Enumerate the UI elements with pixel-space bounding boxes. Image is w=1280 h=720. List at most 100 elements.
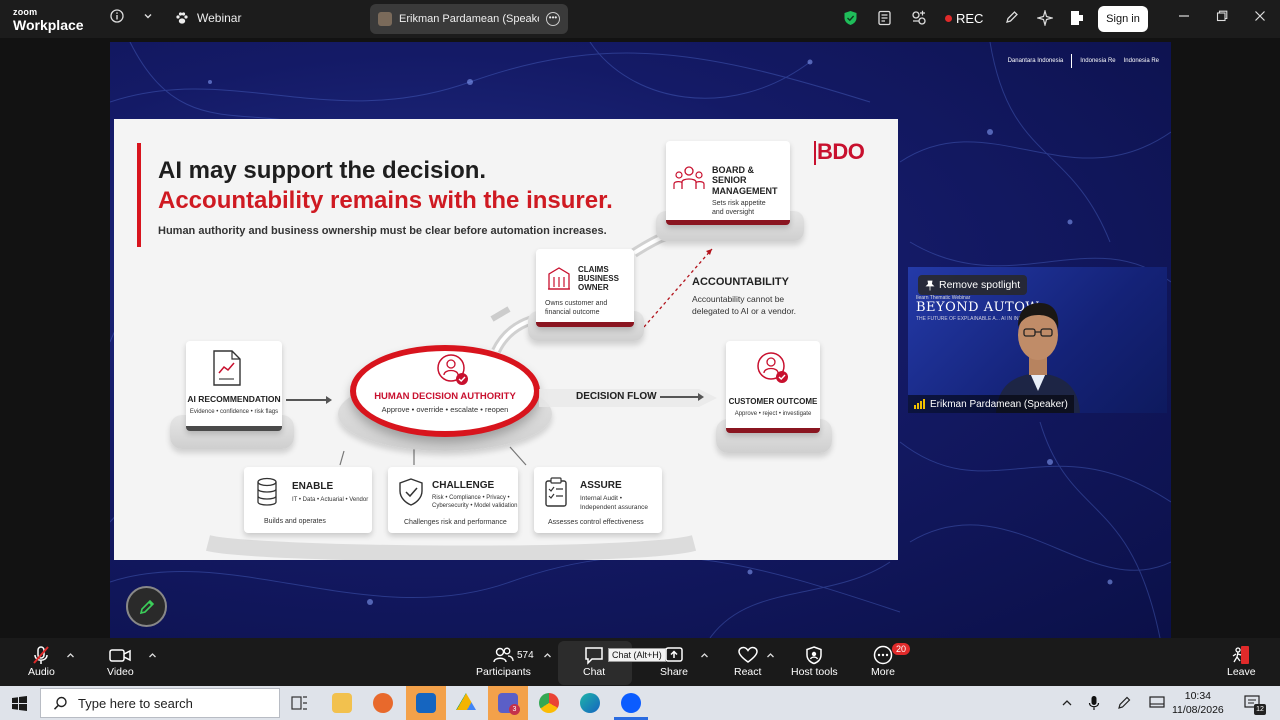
challenge-foot: Challenges risk and performance xyxy=(404,519,507,526)
logo-indonesia-re: Indonesia Re xyxy=(1080,58,1116,64)
meeting-toolbar: Audio Video Participants 574 Chat Chat (… xyxy=(0,638,1280,686)
title-bar: zoom Workplace Webinar Erikman Pardamean… xyxy=(0,0,1280,38)
people-group-icon xyxy=(673,166,705,189)
logo-divider xyxy=(1071,54,1073,68)
chat-button[interactable]: Chat xyxy=(583,644,605,678)
audio-button[interactable]: Audio xyxy=(28,644,55,678)
speaker-name-label: Erikman Pardamean (Speaker) xyxy=(930,398,1068,410)
customer-desc: Approve • reject • investigate xyxy=(734,411,812,417)
close-icon[interactable] xyxy=(1254,10,1266,25)
minimize-icon[interactable] xyxy=(1178,10,1190,25)
tray-display-icon[interactable] xyxy=(1149,696,1165,715)
edge-icon[interactable] xyxy=(580,693,600,713)
audio-options-caret-icon[interactable] xyxy=(66,651,75,662)
zoom-window: zoom Workplace Webinar Erikman Pardamean… xyxy=(0,0,1280,720)
task-view-icon[interactable] xyxy=(291,695,309,716)
zoom-logo: zoom Workplace xyxy=(13,7,84,33)
assure-card: ASSURE Internal Audit • Independent assu… xyxy=(534,467,662,533)
shield-check-icon xyxy=(399,478,423,506)
video-options-caret-icon[interactable] xyxy=(148,651,157,662)
windows-start-icon[interactable] xyxy=(12,696,27,716)
apps-icon[interactable] xyxy=(911,10,927,29)
system-clock[interactable]: 10:34 11/08/2026 xyxy=(1172,689,1224,717)
firefox-icon[interactable] xyxy=(373,693,393,713)
video-button[interactable]: Video xyxy=(107,644,134,678)
assure-desc-2: Independent assurance xyxy=(580,504,648,511)
paw-icon xyxy=(176,12,188,24)
webinar-indicator[interactable]: Webinar xyxy=(175,11,241,25)
react-options-caret-icon[interactable] xyxy=(766,651,775,662)
customer-check-icon xyxy=(757,352,788,383)
challenge-desc-2: Cybersecurity • Model validation xyxy=(432,503,518,509)
claims-title-2: BUSINESS xyxy=(578,274,619,284)
annotation-pen-button[interactable] xyxy=(126,586,167,627)
notes-icon[interactable] xyxy=(877,10,892,29)
challenge-title: CHALLENGE xyxy=(432,480,495,491)
board-desc-1: Sets risk appetite xyxy=(712,200,766,208)
share-options-caret-icon[interactable] xyxy=(700,651,709,662)
more-options-icon[interactable]: ••• xyxy=(546,12,560,26)
more-badge: 20 xyxy=(892,643,911,655)
restore-icon[interactable] xyxy=(1216,10,1228,25)
sponsor-logos: Danantara Indonesia Indonesia Re Indones… xyxy=(1008,54,1159,68)
share-button[interactable]: Share xyxy=(660,644,688,678)
sign-in-button[interactable]: Sign in xyxy=(1098,6,1148,32)
recording-indicator[interactable]: REC xyxy=(945,11,983,26)
zoom-app-icon[interactable] xyxy=(621,693,641,713)
enable-title: ENABLE xyxy=(292,481,334,492)
brand-large: Workplace xyxy=(13,17,84,33)
database-icon xyxy=(257,477,277,506)
ai-companion-sparkle-icon[interactable] xyxy=(1035,8,1055,29)
leave-button[interactable]: Leave xyxy=(1227,644,1256,678)
participants-options-caret-icon[interactable] xyxy=(543,651,552,662)
chrome-icon[interactable] xyxy=(539,693,559,713)
clock-time: 10:34 xyxy=(1184,690,1212,702)
audio-level-icon xyxy=(914,399,925,409)
tray-pen-icon[interactable] xyxy=(1116,695,1132,716)
google-drive-icon[interactable] xyxy=(456,693,476,710)
video-camera-icon xyxy=(108,644,132,666)
logo-danantara: Danantara Indonesia xyxy=(1007,58,1064,64)
record-dot-icon xyxy=(945,15,952,22)
share-source-tab[interactable]: Erikman Pardamean (Speaker)'s sc ••• xyxy=(370,4,568,34)
whiteboard-icon[interactable] xyxy=(1070,10,1084,29)
pin-icon xyxy=(925,280,935,290)
accountability-desc-2: delegated to AI or a vendor. xyxy=(692,306,796,317)
chevron-down-icon[interactable] xyxy=(143,9,153,24)
chat-label: Chat xyxy=(583,666,606,678)
host-shield-icon xyxy=(803,644,825,666)
brand-small: zoom xyxy=(13,7,38,17)
outlook-icon[interactable] xyxy=(416,693,436,713)
tray-chevron-up-icon[interactable] xyxy=(1061,696,1073,714)
enable-card: ENABLE IT • Data • Actuarial • Vendor Bu… xyxy=(244,467,372,533)
hub-desc: Approve • override • escalate • reopen xyxy=(381,405,509,414)
presentation-slide: AI may support the decision. Accountabil… xyxy=(114,119,898,560)
windows-taskbar: Type here to search 3 10:34 11/08/2026 1… xyxy=(0,686,1280,720)
annotate-pen-icon[interactable] xyxy=(1004,10,1019,28)
file-explorer-icon[interactable] xyxy=(332,693,352,713)
human-decision-hub: HUMAN DECISION AUTHORITY Approve • overr… xyxy=(350,345,540,437)
board-title-1: BOARD & SENIOR xyxy=(712,165,754,186)
search-placeholder: Type here to search xyxy=(78,695,193,711)
board-title-2: MANAGEMENT xyxy=(712,185,778,196)
taskbar-search-input[interactable]: Type here to search xyxy=(40,688,280,718)
claims-title-3: OWNER xyxy=(578,283,609,293)
shared-screen[interactable]: Danantara Indonesia Indonesia Re Indones… xyxy=(110,42,1171,638)
customer-title: CUSTOMER OUTCOME xyxy=(728,397,818,406)
logo-indonesia-re-2: Indonesia Re xyxy=(1123,58,1159,64)
challenge-card: CHALLENGE Risk • Compliance • Privacy • … xyxy=(388,467,518,533)
host-tools-button[interactable]: Host tools xyxy=(791,644,838,678)
participant-count: 574 xyxy=(517,650,534,661)
tray-microphone-icon[interactable] xyxy=(1088,695,1100,716)
react-button[interactable]: React xyxy=(734,644,761,678)
claims-title-1: CLAIMS xyxy=(578,265,609,274)
info-icon[interactable] xyxy=(110,9,124,26)
webinar-label: Webinar xyxy=(197,11,242,25)
assure-title: ASSURE xyxy=(580,480,622,491)
video-label: Video xyxy=(107,666,134,678)
speaker-video-thumbnail[interactable]: Remove spotlight Ilearn Thematic Webinar… xyxy=(908,267,1167,413)
security-shield-icon[interactable] xyxy=(843,10,858,29)
clipboard-check-icon xyxy=(545,477,567,507)
accountability-note: ACCOUNTABILITY Accountability cannot be … xyxy=(692,276,796,317)
arrow-ai-to-hub xyxy=(286,396,332,404)
